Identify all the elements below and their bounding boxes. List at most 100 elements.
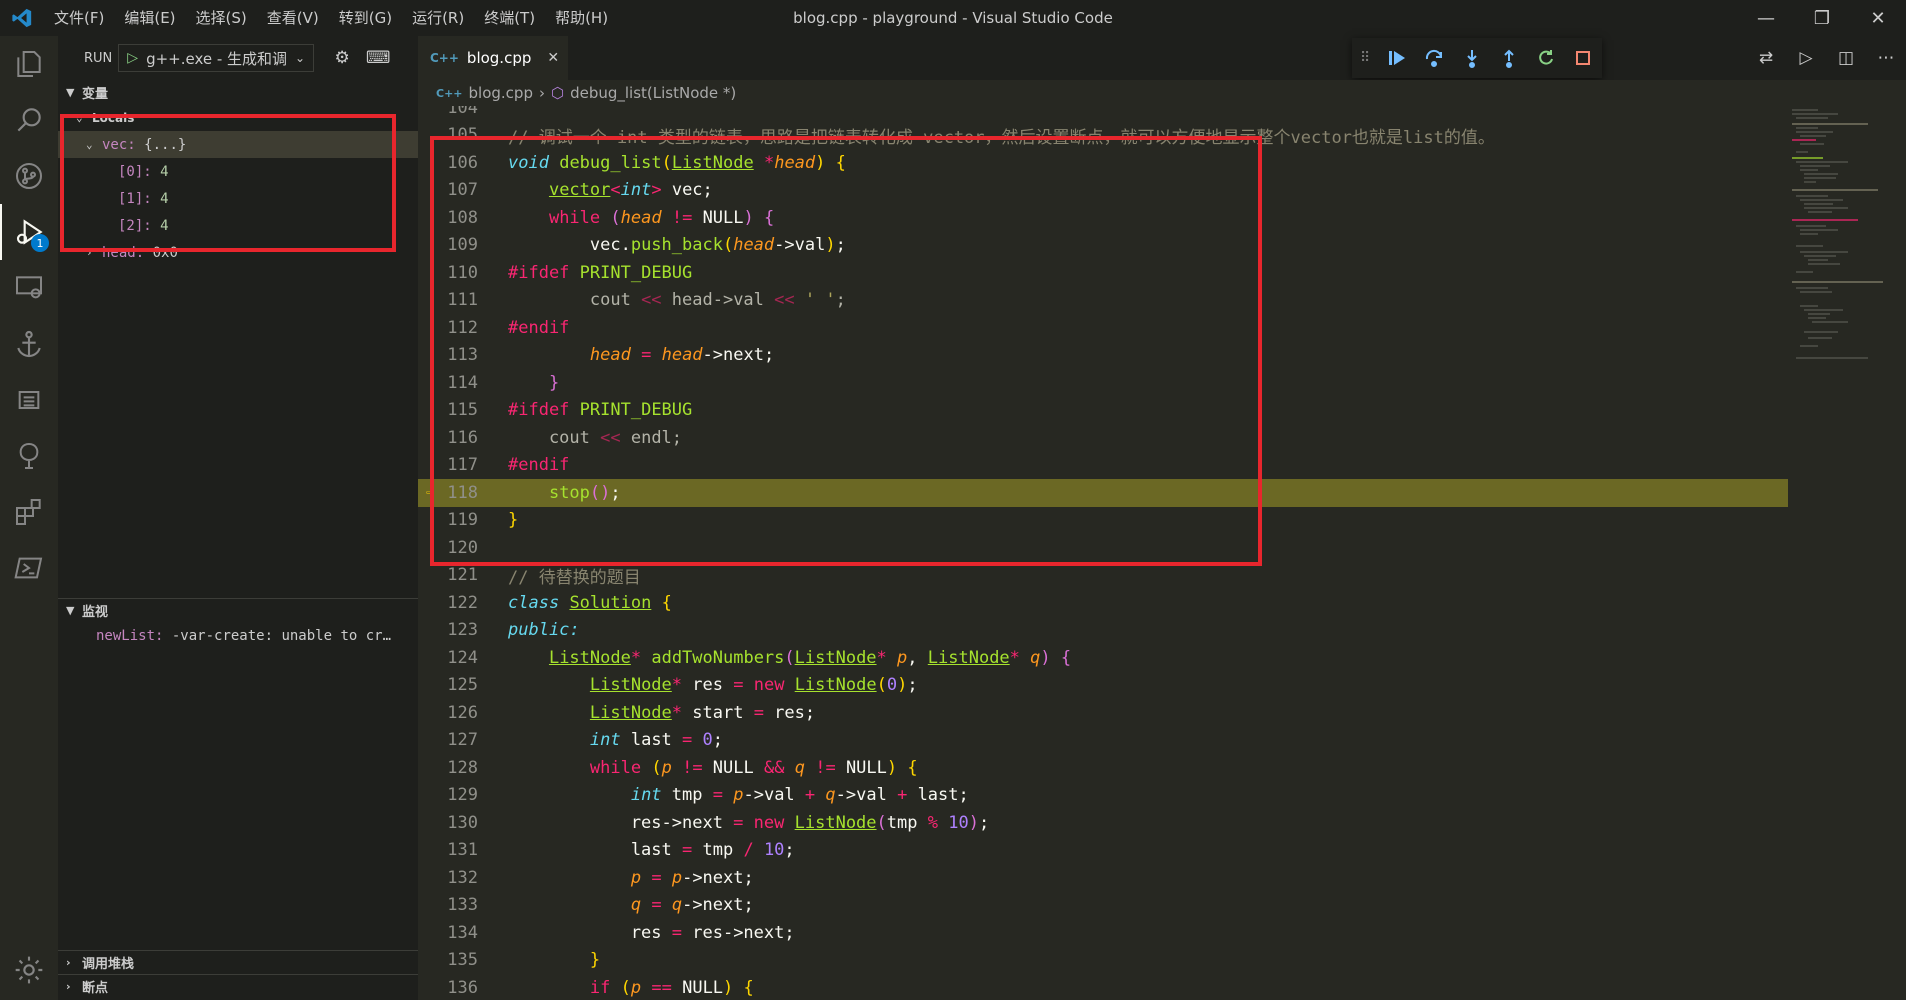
debug-arrow-icon: ⇨ — [426, 485, 434, 501]
minimap[interactable] — [1788, 106, 1888, 426]
line-number: 114 — [447, 372, 478, 393]
code-line: 122 class Solution { — [418, 589, 1788, 617]
line-number: 115 — [447, 400, 478, 421]
line-number: 129 — [447, 785, 478, 806]
variable-vec-item[interactable]: [1]: 4 — [58, 185, 418, 212]
line-number: 128 — [447, 757, 478, 778]
code-line: 124 ListNode* addTwoNumbers(ListNode* p,… — [418, 644, 1788, 672]
code-editor[interactable]: 104 105 // 调试一个 int 类型的链表，思路是把链表转化成 vecto… — [418, 106, 1788, 1000]
start-debug-icon[interactable]: ▷ — [127, 50, 138, 66]
code-line: 133 q = q->next; — [418, 892, 1788, 920]
more-actions-icon[interactable]: ⋯ — [1866, 48, 1906, 68]
call-stack-title: 调用堆栈 — [82, 957, 135, 972]
code-comment: // 待替换的题目 — [508, 567, 641, 588]
variable-vec-item[interactable]: [2]: 4 — [58, 212, 418, 239]
menu-view[interactable]: 查看(V) — [257, 0, 329, 36]
close-icon[interactable]: ✕ — [547, 50, 559, 66]
anchor-icon[interactable] — [0, 316, 58, 372]
drag-handle-icon[interactable]: ⠿ — [1360, 50, 1379, 66]
menu-file[interactable]: 文件(F) — [44, 0, 114, 36]
line-number: 123 — [447, 620, 478, 641]
line-number: 125 — [447, 675, 478, 696]
split-editor-icon[interactable]: ◫ — [1826, 48, 1866, 68]
breadcrumb-file[interactable]: blog.cpp — [469, 84, 533, 102]
code-line: 121 // 待替换的题目 — [418, 562, 1788, 590]
code-line: 110 #ifdef PRINT_DEBUG — [418, 259, 1788, 287]
variable-value: {...} — [144, 136, 187, 153]
source-control-icon[interactable] — [0, 148, 58, 204]
breakpoints-section-header[interactable]: › 断点 — [58, 974, 418, 998]
menu-go[interactable]: 转到(G) — [329, 0, 402, 36]
variable-vec-item[interactable]: [0]: 4 — [58, 158, 418, 185]
search-icon[interactable] — [0, 92, 58, 148]
minimize-button[interactable]: — — [1738, 0, 1794, 36]
step-into-icon[interactable] — [1453, 43, 1490, 73]
menu-selection[interactable]: 选择(S) — [186, 0, 257, 36]
run-file-icon[interactable]: ▷ — [1786, 48, 1826, 68]
line-number: 130 — [447, 812, 478, 833]
restore-button[interactable]: ❐ — [1794, 0, 1850, 36]
code-line: 108 while (head != NULL) { — [418, 204, 1788, 232]
menu-edit[interactable]: 编辑(E) — [114, 0, 185, 36]
explorer-icon[interactable] — [0, 36, 58, 92]
restart-icon[interactable] — [1528, 43, 1565, 73]
step-out-icon[interactable] — [1490, 43, 1527, 73]
debug-sidebar: RUN ▷ g++.exe - 生成和调 ⌄ ⚙ ⌨ ▼ 变量 ⌄ Locals… — [58, 36, 418, 1000]
variables-title: 变量 — [82, 86, 109, 102]
code-line: 111 cout << head->val << ' '; — [418, 287, 1788, 315]
code-line: 132 p = p->next; — [418, 864, 1788, 892]
code-line: 134 res = res->next; — [418, 919, 1788, 947]
debug-console-icon[interactable]: ⌨ — [360, 48, 396, 68]
list-icon[interactable] — [0, 372, 58, 428]
code-line: 130 res->next = new ListNode(tmp % 10); — [418, 809, 1788, 837]
variable-vec[interactable]: ⌄ vec: {...} — [58, 131, 418, 158]
watch-expression: newList: — [96, 627, 164, 644]
run-debug-icon[interactable]: 1 — [0, 204, 58, 260]
breadcrumb-symbol[interactable]: debug_list(ListNode *) — [570, 84, 736, 102]
code-line: 120 — [418, 534, 1788, 562]
line-number: 110 — [447, 262, 478, 283]
chevron-right-icon: › — [66, 956, 71, 969]
watch-item[interactable]: newList: -var-create: unable to cr… — [58, 622, 418, 649]
activity-bar: 1 — [0, 36, 58, 1000]
stop-icon[interactable] — [1565, 43, 1602, 73]
line-number: 124 — [447, 647, 478, 668]
extensions-icon[interactable] — [0, 484, 58, 540]
line-number: 108 — [447, 207, 478, 228]
tree-icon[interactable] — [0, 428, 58, 484]
chevron-right-icon: › — [66, 980, 71, 993]
watch-section-header[interactable]: ▼ 监视 — [58, 598, 418, 622]
variable-head[interactable]: › head: 0x0 — [58, 239, 418, 266]
variables-section-header[interactable]: ▼ 变量 — [58, 80, 418, 104]
variable-value: 0x0 — [152, 244, 178, 261]
menu-help[interactable]: 帮助(H) — [545, 0, 618, 36]
settings-gear-icon[interactable] — [0, 942, 58, 998]
compare-changes-icon[interactable]: ⇄ — [1746, 48, 1786, 68]
line-number: 132 — [447, 867, 478, 888]
line-number: 135 — [447, 950, 478, 971]
line-number: 117 — [447, 455, 478, 476]
tab-blog-cpp[interactable]: C++ blog.cpp ✕ — [418, 36, 568, 80]
powershell-icon[interactable] — [0, 540, 58, 596]
code-line: 112 #endif — [418, 314, 1788, 342]
call-stack-section-header[interactable]: › 调用堆栈 — [58, 950, 418, 974]
line-number: 104 — [447, 106, 478, 118]
run-label: RUN — [84, 50, 113, 66]
close-window-button[interactable]: ✕ — [1850, 0, 1906, 36]
step-over-icon[interactable] — [1416, 43, 1453, 73]
gear-icon[interactable]: ⚙ — [324, 48, 360, 68]
code-line: 131 last = tmp / 10; — [418, 837, 1788, 865]
menu-terminal[interactable]: 终端(T) — [474, 0, 545, 36]
editor-scrollbar[interactable] — [1892, 106, 1906, 1000]
vscode-logo-icon — [0, 0, 44, 36]
editor-actions: ⇄ ▷ ◫ ⋯ — [1746, 36, 1906, 80]
code-line: 106 void debug_list(ListNode *head) { — [418, 149, 1788, 177]
locals-scope[interactable]: ⌄ Locals — [58, 104, 418, 131]
variable-value: 4 — [160, 217, 169, 234]
remote-explorer-icon[interactable] — [0, 260, 58, 316]
line-number: 107 — [447, 180, 478, 201]
menu-run[interactable]: 运行(R) — [402, 0, 474, 36]
variable-name: [2]: — [118, 217, 152, 234]
continue-icon[interactable] — [1379, 43, 1416, 73]
launch-config-select[interactable]: ▷ g++.exe - 生成和调 ⌄ — [118, 44, 315, 72]
